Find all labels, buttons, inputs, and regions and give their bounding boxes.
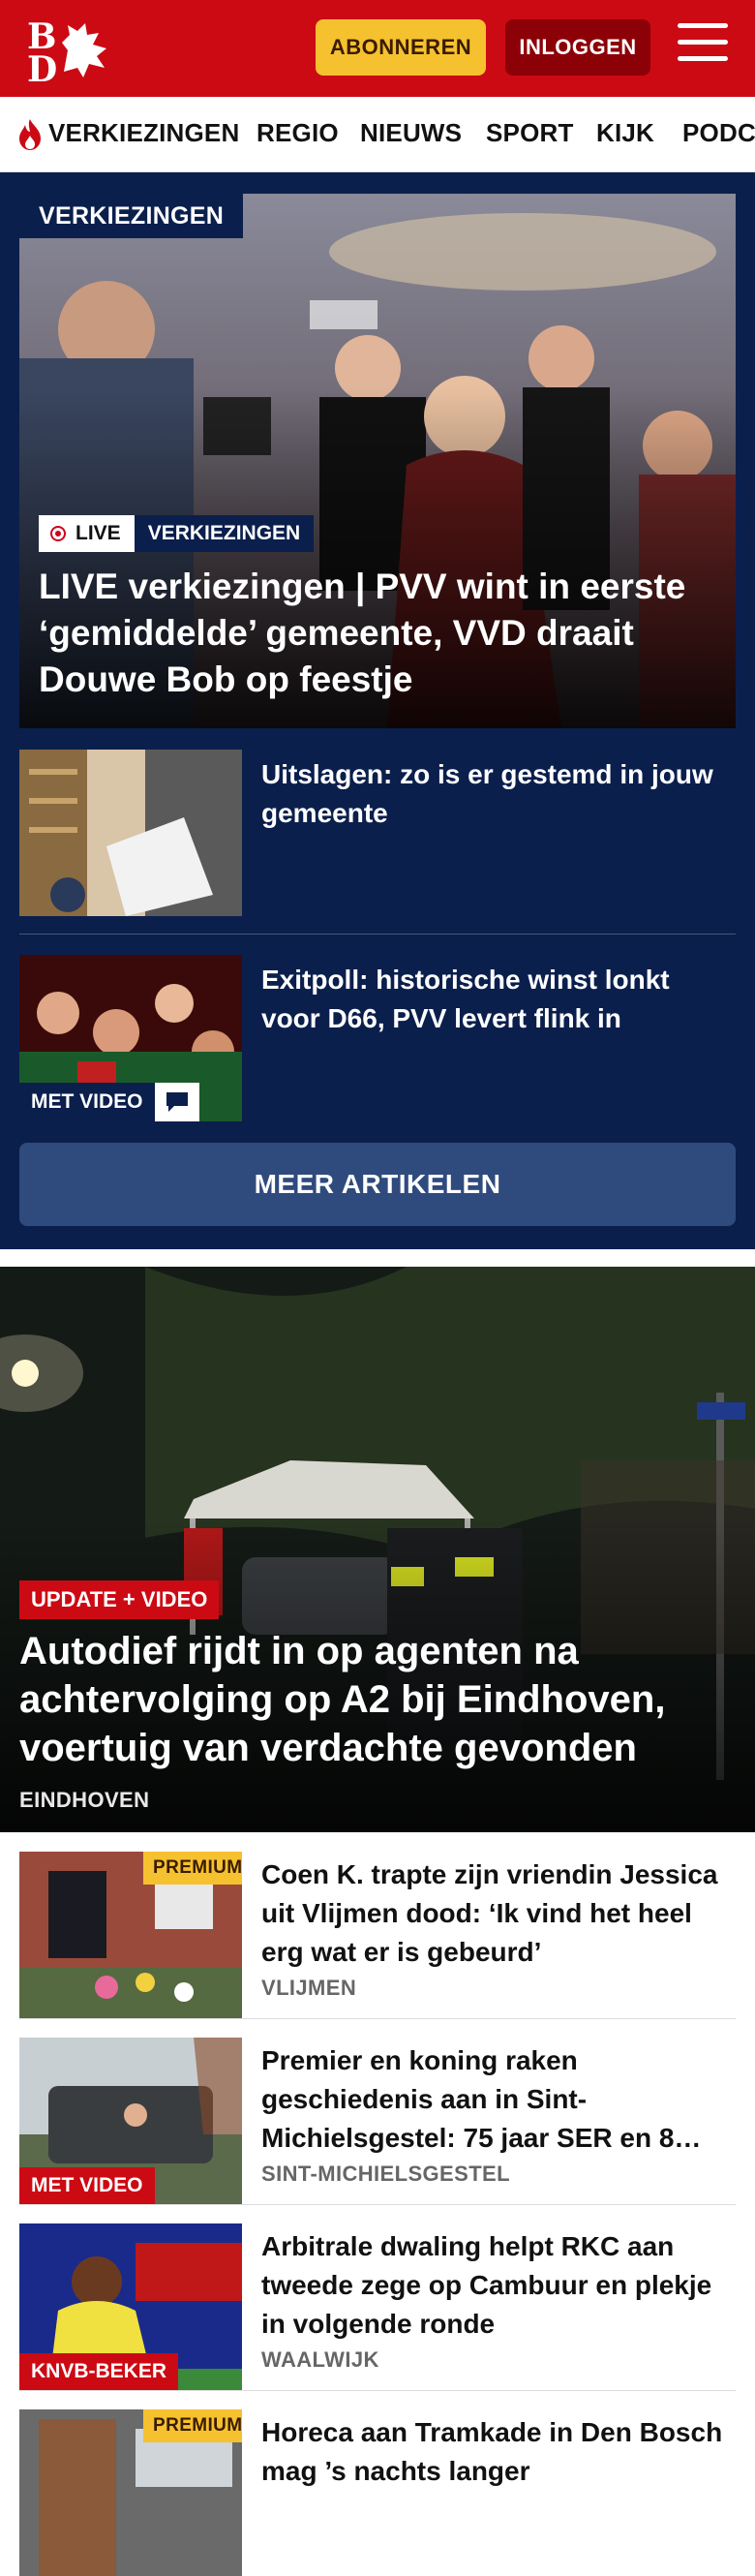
more-articles-button[interactable]: MEER ARTIKELEN <box>19 1143 736 1226</box>
article-title[interactable]: Coen K. trapte zijn vriendin Jessica uit… <box>261 1855 736 1972</box>
hero-title[interactable]: LIVE verkiezingen | PVV wint in eerste ‘… <box>39 564 726 703</box>
article-title[interactable]: Exitpoll: historische winst lonkt voor D… <box>261 961 736 1038</box>
subscribe-button[interactable]: ABONNEREN <box>316 19 486 76</box>
news-list-item[interactable]: PREMIUM Coen K. trapte zijn vriendin Jes… <box>19 1852 736 2018</box>
top-bar: B D ABONNEREN INLOGGEN <box>0 0 755 97</box>
divider <box>19 2390 736 2391</box>
news-list-item[interactable]: MET VIDEO Premier en koning raken geschi… <box>19 2038 736 2204</box>
video-tag: MET VIDEO <box>19 2167 155 2204</box>
live-dot-icon <box>50 526 66 541</box>
news-list-item[interactable]: KNVB-BEKER Arbitrale dwaling helpt RKC a… <box>19 2223 736 2390</box>
video-label: MET VIDEO <box>19 1083 155 1121</box>
svg-text:D: D <box>27 49 57 83</box>
election-article[interactable]: Uitslagen: zo is er gestemd in jouw geme… <box>19 750 736 916</box>
video-badge: MET VIDEO <box>19 1083 199 1121</box>
live-label: LIVE <box>76 522 121 544</box>
featured-title[interactable]: Autodief rijdt in op agenten na achtervo… <box>19 1627 736 1772</box>
article-title[interactable]: Premier en koning raken geschiedenis aan… <box>261 2041 736 2158</box>
news-list-item[interactable]: PREMIUM Horeca aan Tramkade in Den Bosch… <box>19 2409 736 2576</box>
comment-icon <box>154 1083 199 1121</box>
nav-item-sport[interactable]: SPORT <box>486 118 574 148</box>
election-article[interactable]: MET VIDEO Exitpoll: historische winst lo… <box>19 955 736 1121</box>
hero-article[interactable]: VERKIEZINGEN LIVE VERKIEZINGEN LIVE verk… <box>19 194 736 728</box>
live-badge: LIVE VERKIEZINGEN <box>39 515 315 552</box>
section-label[interactable]: VERKIEZINGEN <box>19 194 244 238</box>
premium-badge: PREMIUM <box>143 1852 242 1885</box>
menu-icon[interactable] <box>678 23 728 68</box>
nav-item-regio[interactable]: REGIO <box>257 118 339 148</box>
update-tag: UPDATE + VIDEO <box>19 1580 220 1619</box>
section-nav: VERKIEZINGEN REGIO NIEUWS SPORT KIJK POD… <box>0 97 755 172</box>
featured-article[interactable]: UPDATE + VIDEO Autodief rijdt in op agen… <box>0 1267 755 1832</box>
divider <box>19 934 736 935</box>
divider <box>19 2018 736 2019</box>
nav-item-kijk[interactable]: KIJK <box>596 118 654 148</box>
article-location: SINT-MICHIELSGESTEL <box>261 2162 510 2186</box>
article-thumbnail <box>19 750 242 916</box>
nav-item-podcasts[interactable]: PODC <box>682 118 755 148</box>
article-title[interactable]: Arbitrale dwaling helpt RKC aan tweede z… <box>261 2227 736 2344</box>
category-label: VERKIEZINGEN <box>134 515 315 552</box>
election-section: VERKIEZINGEN LIVE VERKIEZINGEN LIVE verk… <box>0 172 755 1249</box>
login-button[interactable]: INLOGGEN <box>505 19 650 76</box>
competition-tag: KNVB-BEKER <box>19 2353 179 2390</box>
article-title[interactable]: Uitslagen: zo is er gestemd in jouw geme… <box>261 755 736 833</box>
divider <box>19 2204 736 2205</box>
flame-icon <box>19 119 41 150</box>
featured-location: EINDHOVEN <box>19 1788 150 1812</box>
article-location: WAALWIJK <box>261 2347 379 2372</box>
premium-badge: PREMIUM <box>143 2409 242 2442</box>
nav-item-verkiezingen[interactable]: VERKIEZINGEN <box>48 118 239 148</box>
article-title[interactable]: Horeca aan Tramkade in Den Bosch mag ’s … <box>261 2413 736 2491</box>
bd-logo[interactable]: B D <box>25 14 114 83</box>
nav-item-nieuws[interactable]: NIEUWS <box>360 118 462 148</box>
article-location: VLIJMEN <box>261 1976 357 2000</box>
